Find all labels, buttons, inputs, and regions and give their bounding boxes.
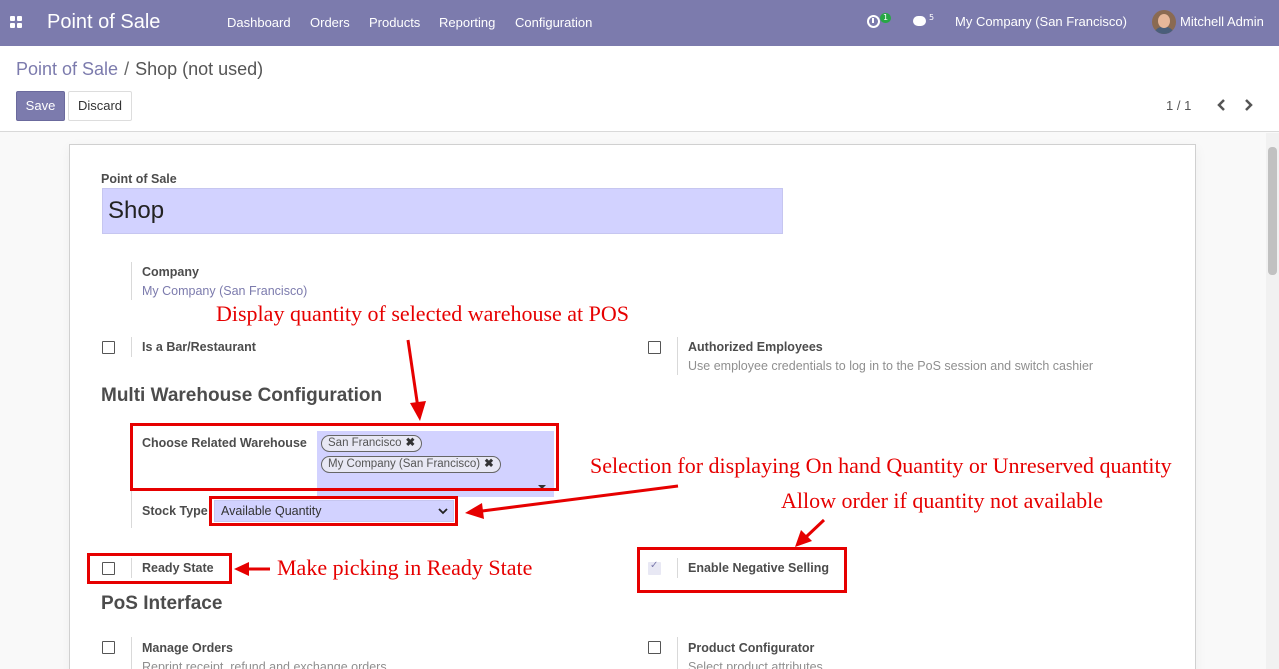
user-menu[interactable]: Mitchell Admin [1180,14,1264,29]
scrollbar-thumb[interactable] [1268,147,1277,275]
product-configurator-checkbox[interactable] [648,641,661,654]
menu-orders[interactable]: Orders [310,15,350,30]
bar-restaurant-label: Is a Bar/Restaurant [142,340,256,354]
breadcrumb: Point of Sale / Shop (not used) [16,59,263,80]
stock-type-label: Stock Type [142,504,208,518]
top-navbar: Point of Sale Dashboard Orders Products … [0,0,1279,46]
menu-reporting[interactable]: Reporting [439,15,495,30]
breadcrumb-parent[interactable]: Point of Sale [16,59,118,79]
pager-value[interactable]: 1 / 1 [1166,98,1191,113]
pager-next-icon[interactable] [1240,95,1258,115]
manage-orders-label: Manage Orders [142,641,234,655]
pager-previous-icon[interactable] [1213,95,1231,115]
bar-restaurant-checkbox[interactable] [102,341,115,354]
section-pos-interface: PoS Interface [101,593,223,614]
annotation-box-stock-type [209,496,458,526]
pos-name-input[interactable]: Shop [102,188,783,234]
company-label: Company [142,265,199,279]
activity-count-badge: 1 [880,13,892,23]
annotation-box-ready-state [87,553,232,584]
breadcrumb-current: Shop (not used) [135,59,264,79]
breadcrumb-separator: / [124,59,130,79]
authorized-employees-checkbox[interactable] [648,341,661,354]
control-panel: Point of Sale / Shop (not used) Save Disca… [0,46,1279,132]
authorized-employees-label: Authorized Employees [688,340,823,354]
activity-clock-icon[interactable] [867,15,880,28]
name-label: Point of Sale [101,172,177,186]
section-multi-warehouse: Multi Warehouse Configuration [101,385,383,406]
divider [131,637,132,669]
divider [677,637,678,669]
authorized-employees-help: Use employee credentials to log in to th… [688,359,1094,373]
user-avatar[interactable] [1152,10,1176,34]
annotation-box-negative-selling [637,547,847,593]
company-value-link[interactable]: My Company (San Francisco) [142,284,307,298]
divider [677,337,678,375]
menu-dashboard[interactable]: Dashboard [227,15,291,30]
messages-count-badge: 5 [929,13,935,22]
menu-products[interactable]: Products [369,15,420,30]
menu-configuration[interactable]: Configuration [515,15,592,30]
divider [131,262,132,300]
form-sheet: Point of Sale Shop Company My Company (S… [69,144,1196,669]
apps-menu-icon[interactable] [10,16,22,28]
annotation-box-warehouse [130,423,559,491]
annotation-selection: Selection for displaying On hand Quantit… [590,453,1172,478]
annotation-allow-order: Allow order if quantity not available [781,488,1103,513]
messages-chat-icon[interactable] [913,16,926,26]
annotation-display-qty: Display quantity of selected warehouse a… [216,301,630,326]
app-title: Point of Sale [47,11,161,33]
discard-button[interactable]: Discard [68,91,132,121]
annotation-ready-state: Make picking in Ready State [277,555,533,580]
divider [131,337,132,357]
vertical-scrollbar[interactable] [1266,133,1279,669]
manage-orders-checkbox[interactable] [102,641,115,654]
company-switcher[interactable]: My Company (San Francisco) [955,14,1127,29]
manage-orders-help: Reprint receipt, refund and exchange ord… [142,660,387,669]
save-button[interactable]: Save [16,91,65,121]
product-configurator-label: Product Configurator [688,641,815,655]
product-configurator-help: Select product attributes [688,660,823,669]
